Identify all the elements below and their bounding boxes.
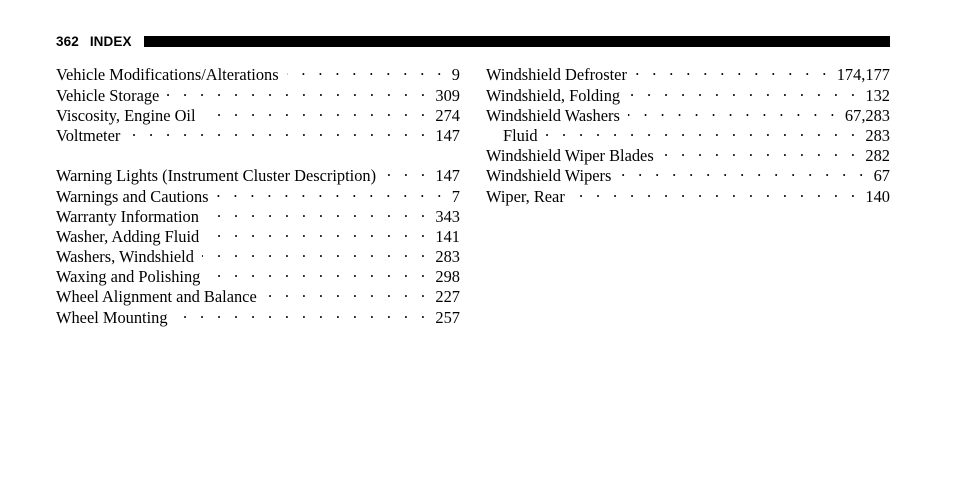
entry-page-number: 9 (451, 65, 460, 85)
dot-leader (662, 145, 860, 161)
index-entry[interactable]: Viscosity, Engine Oil 274 (56, 104, 460, 124)
dot-leader (287, 64, 446, 80)
entry-title: Washer, Adding Fluid (56, 226, 200, 246)
entry-page-number: 283 (865, 125, 890, 145)
entry-title: Wheel Alignment and Balance (56, 287, 257, 307)
index-entry[interactable]: Warnings and Cautions 7 (56, 185, 460, 205)
index-column-right: Windshield Defroster174,177Windshield, F… (486, 64, 890, 206)
entry-page-number: 227 (435, 287, 460, 307)
index-subentry[interactable]: Fluid 283 (486, 125, 890, 145)
dot-leader (546, 125, 860, 141)
dot-leader (628, 104, 839, 120)
entry-page-number: 257 (435, 307, 460, 327)
entry-title: Wheel Mounting (56, 307, 168, 327)
dot-leader (573, 185, 860, 201)
index-entry[interactable]: Warning Lights (Instrument Cluster Descr… (56, 165, 460, 185)
entry-title: Windshield Wiper Blades (486, 146, 654, 166)
entry-page-number: 274 (435, 105, 460, 125)
entry-page-number: 67 (873, 166, 890, 186)
entry-page-number: 147 (435, 125, 460, 145)
dot-leader (207, 226, 429, 242)
entry-title: Windshield Washers (486, 105, 620, 125)
dot-leader (635, 64, 831, 80)
entry-title: Windshield, Folding (486, 85, 621, 105)
dot-leader (207, 205, 429, 221)
index-entry[interactable]: Voltmeter 147 (56, 125, 460, 145)
entry-page-number: 343 (435, 206, 460, 226)
dot-leader (176, 306, 430, 322)
dot-leader (128, 125, 429, 141)
index-entry[interactable]: Wheel Mounting 257 (56, 306, 460, 326)
dot-leader (208, 266, 429, 282)
dot-leader (217, 185, 446, 201)
index-entry[interactable]: Windshield Defroster 174,177 (486, 64, 890, 84)
entry-title: Warning Lights (Instrument Cluster Descr… (56, 166, 377, 186)
index-entry[interactable]: Windshield Wipers 67 (486, 165, 890, 185)
section-label: INDEX (89, 33, 132, 49)
entry-title: Voltmeter (56, 125, 121, 145)
entry-page-number: 298 (435, 267, 460, 287)
entry-title: Vehicle Storage (56, 85, 160, 105)
index-entry[interactable]: Windshield Washers 67,283 (486, 104, 890, 124)
index-entry[interactable]: Wheel Alignment and Balance 227 (56, 286, 460, 306)
entry-page-number: 132 (865, 85, 890, 105)
entry-page-number: 140 (865, 186, 890, 206)
entry-title: Wiper, Rear (486, 186, 565, 206)
header-rule (143, 35, 890, 47)
index-entry[interactable]: Windshield Wiper Blades 282 (486, 145, 890, 165)
dot-leader (167, 84, 429, 100)
dot-leader (204, 104, 430, 120)
index-entry[interactable]: Washers, Windshield 283 (56, 246, 460, 266)
page-header: 362 INDEX (56, 30, 890, 52)
entry-page-number: 174,177 (836, 65, 890, 85)
index-entry[interactable]: Vehicle Storage 309 (56, 84, 460, 104)
entry-title: Waxing and Polishing (56, 267, 201, 287)
entry-title: Vehicle Modifications/Alterations (56, 65, 279, 85)
dot-leader (265, 286, 430, 302)
group-separator (56, 145, 460, 165)
entry-page-number: 283 (435, 247, 460, 267)
entry-title: Windshield Defroster (486, 65, 627, 85)
dot-leader (202, 246, 429, 262)
entry-page-number: 282 (865, 146, 890, 166)
index-entry[interactable]: Windshield, Folding 132 (486, 84, 890, 104)
entry-page-number: 147 (435, 166, 460, 186)
index-entry[interactable]: Vehicle Modifications/Alterations 9 (56, 64, 460, 84)
dot-leader (628, 84, 859, 100)
dot-leader (384, 165, 429, 181)
entry-page-number: 67,283 (844, 105, 890, 125)
entry-title: Windshield Wipers (486, 166, 612, 186)
entry-page-number: 141 (435, 226, 460, 246)
index-page: 362 INDEX Vehicle Modifications/Alterati… (0, 0, 954, 500)
entry-title: Washers, Windshield (56, 247, 194, 267)
index-column-left: Vehicle Modifications/Alterations9Vehicl… (56, 64, 460, 327)
page-number: 362 (56, 33, 79, 49)
index-entry[interactable]: Washer, Adding Fluid 141 (56, 226, 460, 246)
entry-title: Warnings and Cautions (56, 186, 209, 206)
index-entry[interactable]: Warranty Information 343 (56, 205, 460, 225)
entry-page-number: 7 (451, 186, 460, 206)
index-entry[interactable]: Waxing and Polishing 298 (56, 266, 460, 286)
entry-page-number: 309 (435, 85, 460, 105)
dot-leader (619, 165, 867, 181)
entry-title: Warranty Information (56, 206, 199, 226)
index-entry[interactable]: Wiper, Rear 140 (486, 185, 890, 205)
entry-title: Viscosity, Engine Oil (56, 105, 196, 125)
entry-title: Fluid (503, 125, 538, 145)
